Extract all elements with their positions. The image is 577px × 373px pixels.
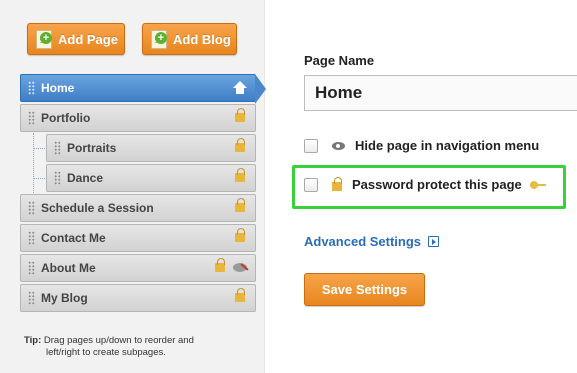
add-blog-icon: + (151, 30, 167, 49)
lock-icon[interactable] (235, 168, 245, 182)
password-protect-row[interactable]: Password protect this page (304, 177, 546, 192)
home-icon (233, 81, 247, 95)
drag-handle-icon[interactable] (28, 111, 35, 125)
save-settings-button[interactable]: Save Settings (304, 273, 425, 306)
lock-icon[interactable] (235, 288, 245, 302)
drag-handle-icon[interactable] (28, 261, 35, 275)
add-blog-label: Add Blog (173, 31, 231, 47)
nav-item-label: Contact Me (41, 231, 106, 245)
hidden-eye-icon[interactable] (233, 263, 247, 272)
tip-prefix: Tip: (24, 335, 42, 346)
tip-text: Tip: Drag pages up/down to reorder and l… (24, 335, 194, 359)
nav-item-label: About Me (41, 261, 96, 275)
nav-item-portfolio[interactable]: Portfolio (20, 104, 256, 132)
add-page-icon: + (36, 30, 52, 49)
drag-handle-icon[interactable] (28, 201, 35, 215)
drag-handle-icon[interactable] (54, 141, 61, 155)
nav-item-dance[interactable]: Dance (46, 164, 256, 192)
key-icon (529, 180, 546, 189)
nav-item-my-blog[interactable]: My Blog (20, 284, 256, 312)
nav-item-about-me[interactable]: About Me (20, 254, 256, 282)
subpage-tree-line (33, 133, 47, 195)
advanced-settings-label: Advanced Settings (304, 234, 422, 249)
nav-item-schedule-a-session[interactable]: Schedule a Session (20, 194, 256, 222)
nav-item-label: Home (41, 81, 75, 95)
page-name-input[interactable] (304, 75, 577, 111)
nav-item-label: Schedule a Session (41, 201, 154, 215)
tip-line-2: left/right to create subpages. (46, 347, 166, 358)
drag-handle-icon[interactable] (28, 231, 35, 245)
page-sidebar: + Add Page + Add Blog Home Portfolio Por… (0, 0, 266, 373)
nav-item-portraits[interactable]: Portraits (46, 134, 256, 162)
page-name-label: Page Name (304, 53, 375, 68)
eye-icon (332, 141, 345, 150)
hide-page-checkbox[interactable] (304, 138, 318, 153)
nav-item-label: My Blog (41, 291, 88, 305)
nav-item-label: Portraits (67, 141, 117, 155)
lock-icon[interactable] (235, 138, 245, 152)
advanced-settings-link[interactable]: Advanced Settings (304, 234, 440, 249)
save-settings-label: Save Settings (321, 282, 408, 297)
nav-item-home[interactable]: Home (20, 74, 266, 104)
hide-page-label: Hide page in navigation menu (355, 138, 540, 153)
password-protect-label: Password protect this page (352, 177, 522, 192)
drag-handle-icon[interactable] (54, 171, 61, 185)
add-page-label: Add Page (58, 31, 118, 47)
active-arrow-icon (255, 74, 266, 104)
hide-page-row[interactable]: Hide page in navigation menu (304, 138, 539, 153)
nav-item-label: Portfolio (41, 111, 91, 125)
sidebar-divider (264, 0, 265, 373)
nav-item-contact-me[interactable]: Contact Me (20, 224, 256, 252)
tip-line-1: Drag pages up/down to reorder and (41, 335, 194, 346)
lock-icon[interactable] (235, 198, 245, 212)
nav-item-label: Dance (67, 171, 104, 185)
drag-handle-icon[interactable] (28, 81, 35, 95)
lock-icon[interactable] (215, 258, 225, 272)
lock-icon (332, 177, 342, 191)
lock-icon[interactable] (235, 228, 245, 242)
password-protect-checkbox[interactable] (304, 177, 318, 192)
add-blog-button[interactable]: + Add Blog (142, 23, 237, 55)
lock-icon[interactable] (235, 108, 245, 122)
expand-icon[interactable] (428, 236, 440, 247)
add-page-button[interactable]: + Add Page (27, 23, 125, 55)
drag-handle-icon[interactable] (28, 291, 35, 305)
